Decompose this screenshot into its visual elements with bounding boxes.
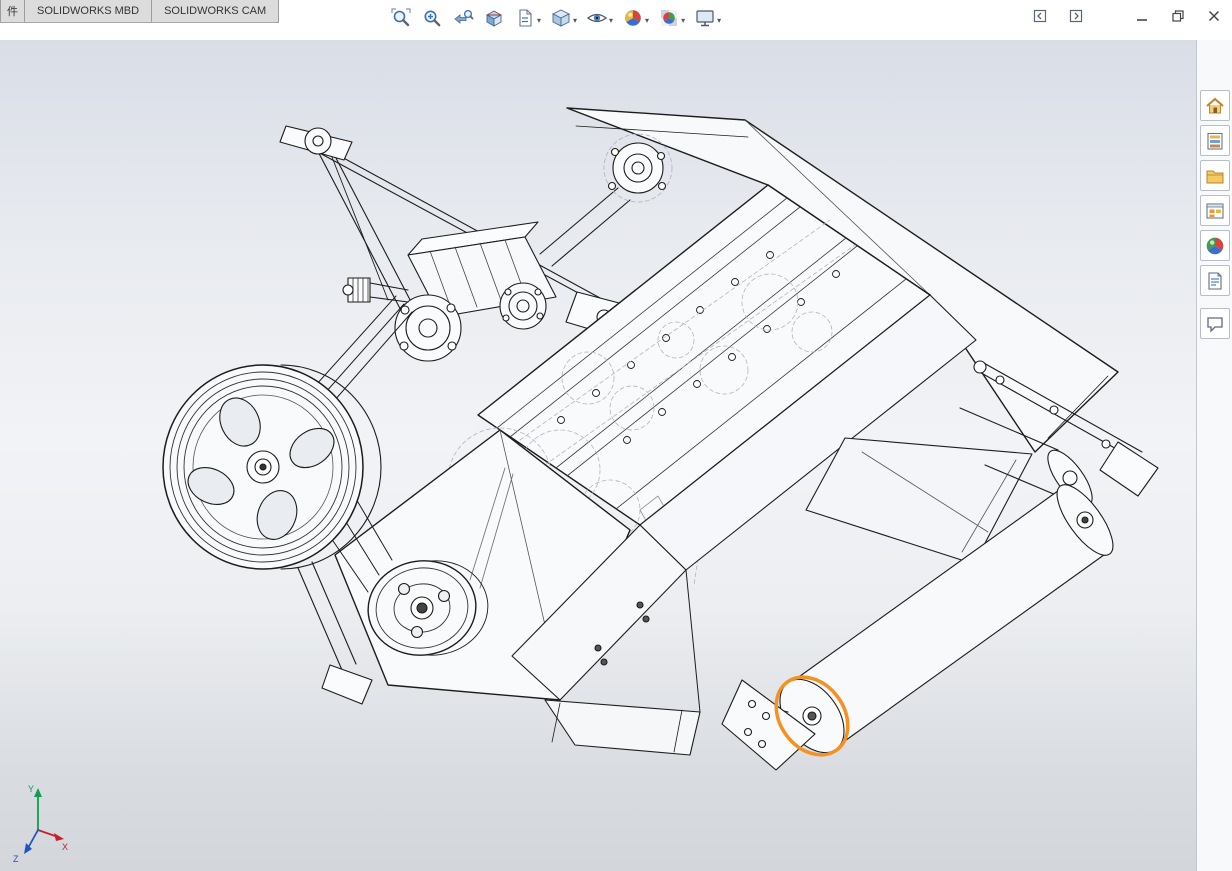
hide-show-items-button[interactable]: ▾ [584, 6, 615, 35]
tab-part[interactable]: 件 [0, 0, 25, 23]
graphics-area[interactable]: Y X Z [0, 40, 1196, 871]
close-button[interactable] [1204, 6, 1224, 26]
palette-window-icon [1205, 202, 1224, 219]
motor-gearbox[interactable] [342, 221, 557, 362]
solidworks-window: 件 SOLIDWORKS MBD SOLIDWORKS CAM ▾ ▾ ▾ ▾ … [0, 0, 1232, 871]
close-icon [1208, 10, 1220, 22]
scene-ball-icon [658, 7, 680, 34]
minimize-icon [1137, 19, 1147, 21]
chevron-down-icon: ▾ [609, 15, 614, 25]
edit-appearance-button[interactable]: ▾ [620, 6, 651, 35]
titlebar: 件 SOLIDWORKS MBD SOLIDWORKS CAM ▾ ▾ ▾ ▾ … [0, 0, 1232, 40]
monitor-icon [694, 7, 716, 34]
chevron-down-icon: ▾ [717, 15, 722, 25]
chevron-down-icon: ▾ [681, 15, 686, 25]
annotation-page-icon [514, 7, 536, 34]
appearance-ball-icon [622, 7, 644, 34]
library-icon [1206, 132, 1223, 150]
appearance-sphere-icon [1206, 237, 1223, 254]
back-arrow-magnifier-icon [452, 7, 474, 34]
zoom-to-fit-button[interactable] [388, 6, 414, 35]
design-library-button[interactable] [1199, 125, 1230, 156]
solidworks-forum-button[interactable] [1199, 308, 1230, 339]
tab-solidworks-mbd[interactable]: SOLIDWORKS MBD [25, 0, 153, 23]
previous-view-button[interactable] [450, 6, 476, 35]
restore-button[interactable] [1168, 6, 1188, 26]
magnifier-plus-icon [421, 7, 443, 34]
appearances-scenes-button[interactable] [1199, 230, 1230, 261]
section-view-button[interactable] [481, 6, 507, 35]
comment-bubble-icon [1206, 316, 1223, 333]
collapse-pane-left-button[interactable] [1030, 6, 1050, 26]
tab-solidworks-cam[interactable]: SOLIDWORKS CAM [152, 0, 280, 23]
heads-up-toolbar: ▾ ▾ ▾ ▾ ▾ ▾ [388, 6, 723, 35]
panel-right-icon [1069, 9, 1083, 23]
chevron-down-icon: ▾ [645, 15, 650, 25]
section-cube-icon [483, 7, 505, 34]
collapse-pane-right-button[interactable] [1066, 6, 1086, 26]
zoom-to-area-button[interactable] [419, 6, 445, 35]
view-settings-button[interactable]: ▾ [692, 6, 723, 35]
custom-properties-button[interactable] [1199, 265, 1230, 296]
chevron-down-icon: ▾ [537, 15, 542, 25]
view-orientation-button[interactable]: ▾ [548, 6, 579, 35]
drive-pulley-large[interactable] [162, 364, 382, 570]
panel-left-icon [1033, 9, 1047, 23]
file-explorer-button[interactable] [1199, 160, 1230, 191]
document-properties-icon [1207, 271, 1222, 290]
folder-icon [1206, 170, 1223, 183]
restore-icon [1172, 10, 1184, 22]
apply-scene-button[interactable]: ▾ [656, 6, 687, 35]
triad-y-label: Y [28, 784, 34, 794]
ribbon-tabs: 件 SOLIDWORKS MBD SOLIDWORKS CAM [0, 0, 280, 23]
orientation-triad: Y X Z [13, 784, 68, 864]
home-icon [1205, 97, 1224, 113]
view-palette-button[interactable] [1199, 195, 1230, 226]
task-pane [1196, 40, 1232, 871]
cube-icon [550, 7, 572, 34]
window-controls [1030, 6, 1224, 26]
chevron-down-icon: ▾ [573, 15, 578, 25]
triad-x-label: X [62, 842, 68, 852]
magnifier-icon [390, 7, 412, 34]
triad-z-label: Z [13, 854, 19, 864]
eye-icon [586, 7, 608, 34]
assembly-model[interactable]: Y X Z [0, 40, 1196, 871]
solidworks-resources-button[interactable] [1199, 90, 1230, 121]
dynamic-annotation-views-button[interactable]: ▾ [512, 6, 543, 35]
minimize-button[interactable] [1132, 6, 1152, 26]
top-shaft-bearing[interactable] [539, 133, 673, 267]
